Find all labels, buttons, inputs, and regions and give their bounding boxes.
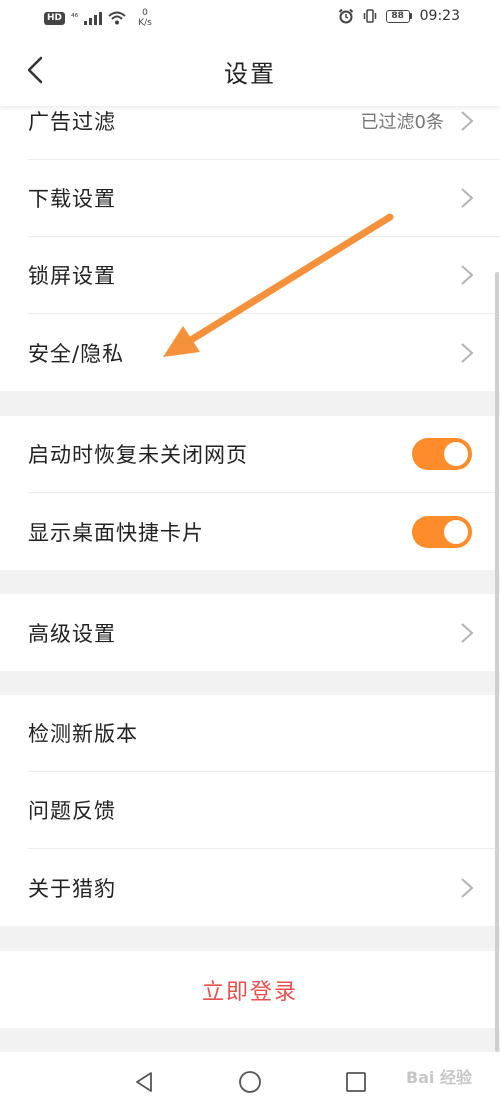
row-label: 检测新版本	[28, 722, 138, 746]
chevron-right-icon	[461, 188, 474, 208]
settings-row-download[interactable]: 下载设置	[28, 160, 500, 237]
toggle-knob	[444, 519, 468, 544]
nav-recents-icon[interactable]	[344, 1070, 368, 1094]
chevron-right-icon	[461, 342, 474, 363]
row-label: 高级设置	[28, 621, 116, 646]
scrollbar[interactable]	[495, 272, 499, 1052]
settings-row-feedback[interactable]: 问题反馈	[28, 772, 500, 849]
restore-tabs-toggle[interactable]	[412, 438, 472, 470]
row-label: 广告过滤	[28, 110, 116, 134]
nav-home-icon[interactable]	[238, 1070, 262, 1094]
status-left: HD ⁴⁶ 0 K/s	[44, 8, 152, 28]
speed-value: 0	[142, 8, 148, 18]
speed-unit: K/s	[138, 18, 152, 28]
hd-badge: HD	[44, 11, 66, 25]
app-header: 设置	[0, 34, 500, 106]
login-button[interactable]: 立即登录	[0, 951, 500, 1028]
settings-row-about[interactable]: 关于猎豹	[28, 849, 500, 926]
row-label: 启动时恢复未关闭网页	[28, 443, 248, 467]
row-label: 安全/隐私	[28, 341, 125, 366]
settings-section-advanced: 高级设置	[0, 594, 500, 671]
settings-section-general: 广告过滤 已过滤0条 下载设置 锁屏设置 安全/隐私	[0, 83, 500, 391]
status-bar: HD ⁴⁶ 0 K/s 88 09:23	[0, 0, 500, 34]
clock: 09:23	[419, 8, 460, 24]
nav-back-icon[interactable]	[132, 1070, 156, 1094]
network-type: ⁴⁶	[71, 13, 79, 23]
desktop-card-toggle[interactable]	[412, 515, 472, 548]
row-label: 问题反馈	[28, 799, 116, 823]
row-label: 下载设置	[28, 187, 116, 211]
settings-row-restore-tabs: 启动时恢复未关闭网页	[28, 416, 500, 493]
row-label: 锁屏设置	[28, 264, 116, 288]
chevron-right-icon	[461, 877, 474, 898]
chevron-right-icon	[461, 622, 474, 643]
settings-row-advanced[interactable]: 高级设置	[28, 594, 500, 671]
alarm-icon	[338, 8, 353, 24]
status-right: 88 09:23	[338, 8, 460, 24]
settings-row-check-update[interactable]: 检测新版本	[28, 695, 500, 772]
row-value: 已过滤0条	[360, 112, 444, 133]
settings-section-toggles: 启动时恢复未关闭网页 显示桌面快捷卡片	[0, 416, 500, 570]
login-section: 立即登录	[0, 951, 500, 1028]
settings-row-security-privacy[interactable]: 安全/隐私	[28, 314, 500, 391]
wifi-icon	[108, 11, 126, 25]
battery-icon: 88	[385, 9, 412, 23]
battery-level: 88	[385, 9, 410, 23]
baidu-watermark: Bai 经验	[405, 1068, 472, 1087]
vibrate-icon	[363, 9, 376, 23]
row-label: 关于猎豹	[28, 876, 116, 901]
settings-row-lock-screen[interactable]: 锁屏设置	[28, 237, 500, 314]
settings-section-about: 检测新版本 问题反馈 关于猎豹	[0, 695, 500, 926]
chevron-right-icon	[461, 111, 474, 131]
settings-row-desktop-card: 显示桌面快捷卡片	[28, 493, 500, 570]
page-title: 设置	[224, 60, 276, 88]
toggle-knob	[444, 442, 468, 466]
signal-icon	[84, 11, 103, 25]
row-label: 显示桌面快捷卡片	[28, 520, 204, 545]
chevron-right-icon	[461, 265, 474, 285]
network-speed: 0 K/s	[138, 8, 152, 28]
